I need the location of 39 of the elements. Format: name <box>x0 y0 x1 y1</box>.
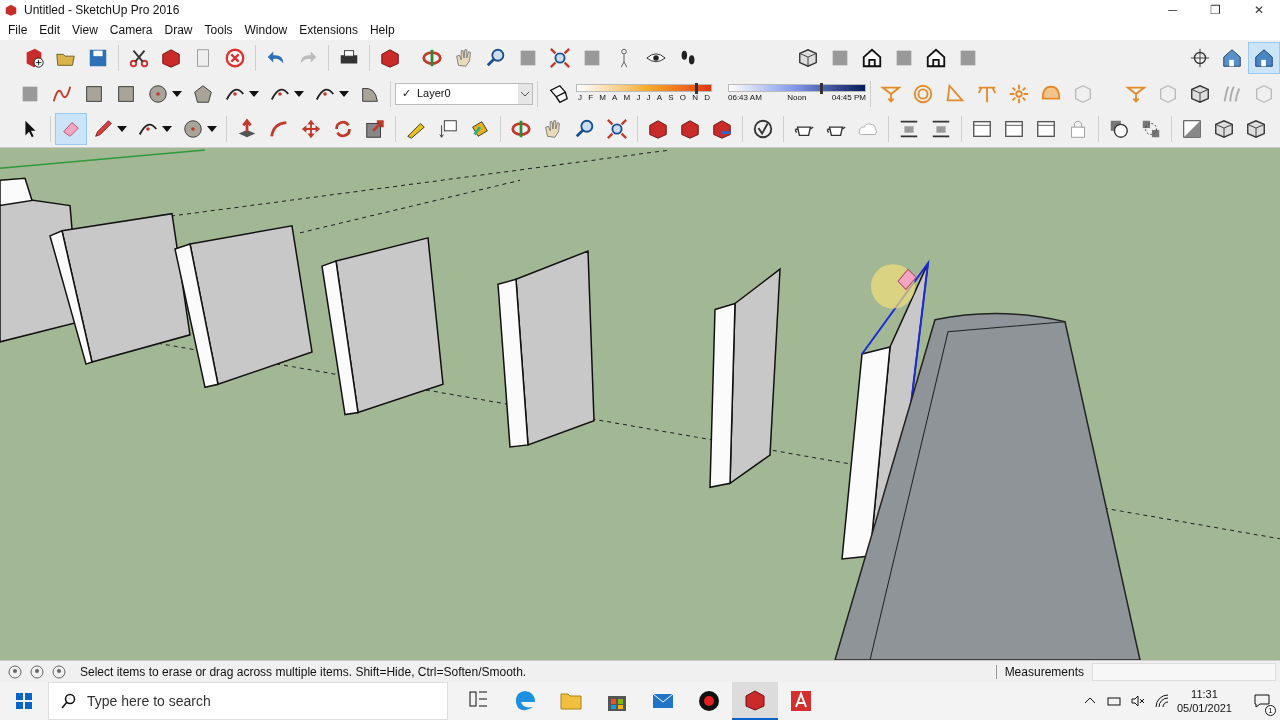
notifications-button[interactable]: 1 <box>1244 682 1280 720</box>
month-label: A <box>612 91 618 104</box>
search-field[interactable]: Type here to search <box>87 690 447 712</box>
menu-item[interactable]: View <box>68 21 102 39</box>
month-label: M <box>623 91 631 104</box>
window-title: Untitled - SketchUp Pro 2016 <box>24 2 180 19</box>
time-label: 06:43 AM <box>728 91 762 104</box>
month-label: D <box>704 91 710 104</box>
search-box[interactable]: Type here to search <box>48 682 448 720</box>
month-label: F <box>588 91 594 104</box>
month-label: M <box>599 91 606 104</box>
month-label: N <box>692 91 698 104</box>
month-label: J <box>636 91 641 104</box>
menu-item[interactable]: Help <box>365 21 399 39</box>
layer-dropdown[interactable]: ✓ Layer0 <box>395 82 533 105</box>
measurements-label: Measurements <box>1004 663 1084 681</box>
month-label: S <box>668 91 674 104</box>
restore-button[interactable]: ❐ <box>1194 0 1237 20</box>
month-label: A <box>656 91 663 104</box>
time-label: 04:45 PM <box>831 91 866 104</box>
time-label: Noon <box>787 91 807 104</box>
clock-time[interactable]: 11:31 <box>1191 687 1218 701</box>
notification-badge: 1 <box>1265 705 1276 716</box>
menu-item[interactable]: Edit <box>35 21 65 39</box>
menu-item[interactable]: Window <box>240 21 292 39</box>
check-icon: ✓ <box>396 85 417 102</box>
minimize-button[interactable]: ─ <box>1151 0 1194 20</box>
menu-item[interactable]: Extensions <box>295 21 362 39</box>
menu-item[interactable]: Camera <box>105 21 157 39</box>
month-label: O <box>679 91 687 104</box>
menu-item[interactable]: Draw <box>160 21 197 39</box>
menu-item[interactable]: File <box>4 21 32 39</box>
month-label: J <box>646 91 651 104</box>
month-label: J <box>578 91 582 104</box>
menu-item[interactable]: Tools <box>200 21 237 39</box>
layer-name: Layer0 <box>417 86 452 102</box>
status-message: Select items to erase or drag across multiple items. Shift=Hide, Ctrl=Soften/Smooth. <box>80 663 527 681</box>
clock-date[interactable]: 05/01/2021 <box>1176 701 1232 715</box>
close-button[interactable]: ✕ <box>1237 0 1280 20</box>
